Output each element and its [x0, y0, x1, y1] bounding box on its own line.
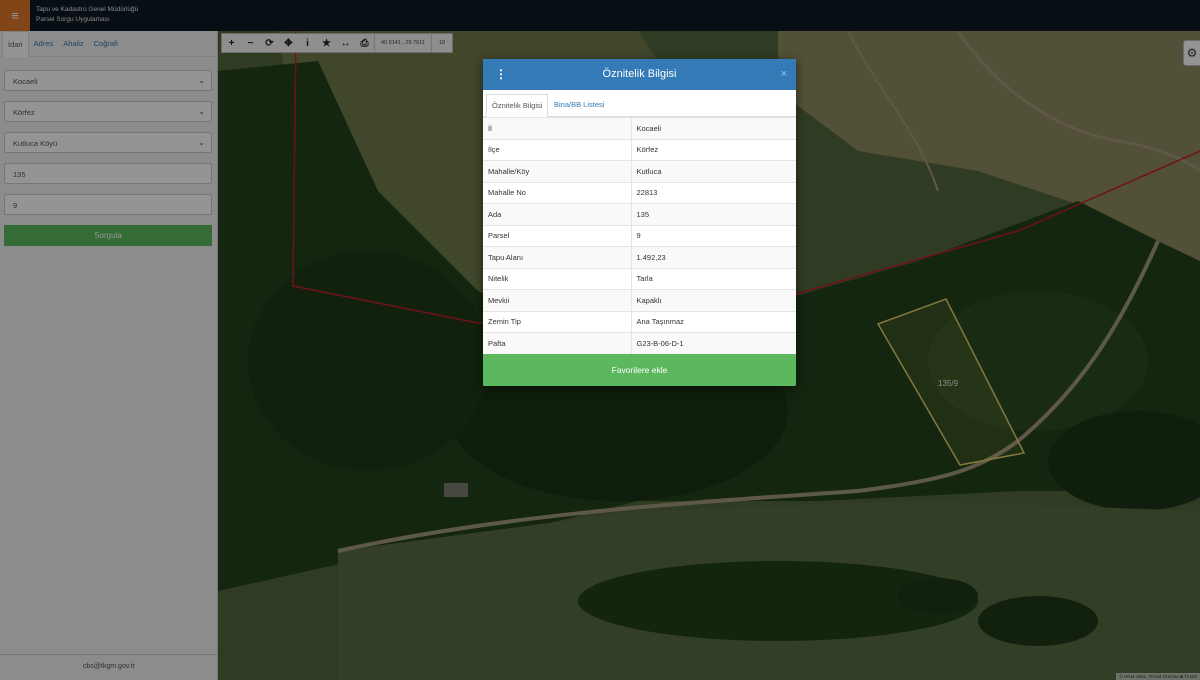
- table-row: Zemin Tip Ana Taşınmaz: [483, 310, 796, 333]
- attribute-value: Kutluca: [631, 160, 796, 182]
- modal-title: Öznitelik Bilgisi: [602, 68, 677, 80]
- attribute-table: İl Kocaeli İlçe Körfez Mahalle/Köy Kutluca Mah…: [483, 117, 796, 354]
- attribute-key: Zemin Tip: [483, 310, 632, 333]
- table-row: İl Kocaeli: [483, 117, 796, 139]
- attribute-key: Ada: [483, 203, 632, 225]
- table-row: Tapu Alanı 1.492,23: [483, 246, 796, 268]
- attribute-value: G23-B-06-D-1: [631, 332, 796, 354]
- attribute-value: Tarla: [631, 267, 796, 290]
- table-row: Nitelik Tarla: [483, 267, 796, 290]
- table-row: Mevkii Kapaklı: [483, 289, 796, 311]
- more-vertical-icon[interactable]: ⋮: [495, 68, 507, 80]
- attribute-key: Nitelik: [483, 267, 632, 290]
- table-row: Mahalle No 22813: [483, 181, 796, 204]
- modal-tabs: Öznitelik Bilgisi Bina/BB Listesi: [483, 90, 796, 117]
- attribute-value: 1.492,23: [631, 246, 796, 268]
- attribute-value: Körfez: [631, 138, 796, 161]
- table-row: Pafta G23-B-06-D-1: [483, 332, 796, 354]
- table-row: İlçe Körfez: [483, 138, 796, 161]
- attribute-key: Tapu Alanı: [483, 246, 632, 268]
- attribute-modal: Öznitelik Bilgisi ⋮ × Öznitelik Bilgisi …: [483, 59, 796, 386]
- attribute-value: Kapaklı: [631, 289, 796, 311]
- attribute-key: Pafta: [483, 332, 632, 354]
- attribute-key: Parsel: [483, 224, 632, 247]
- attribute-key: İl: [483, 117, 632, 139]
- table-row: Ada 135: [483, 203, 796, 225]
- tab-oznitelik[interactable]: Öznitelik Bilgisi: [486, 94, 549, 117]
- attribute-value: Kocaeli: [631, 117, 796, 139]
- table-row: Parsel 9: [483, 224, 796, 247]
- attribute-value: 9: [631, 224, 796, 247]
- close-icon[interactable]: ×: [781, 68, 787, 80]
- attribute-key: Mevkii: [483, 289, 632, 311]
- add-favorite-button[interactable]: Favorilere ekle: [483, 354, 796, 386]
- attribute-value: Ana Taşınmaz: [631, 310, 796, 333]
- attribute-key: Mahalle No: [483, 181, 632, 204]
- tab-bina-listesi[interactable]: Bina/BB Listesi: [549, 94, 609, 117]
- attribute-value: 135: [631, 203, 796, 225]
- attribute-key: İlçe: [483, 138, 632, 161]
- attribute-key: Mahalle/Köy: [483, 160, 632, 182]
- modal-header: Öznitelik Bilgisi ⋮ ×: [483, 59, 796, 90]
- table-row: Mahalle/Köy Kutluca: [483, 160, 796, 182]
- attribute-value: 22813: [631, 181, 796, 204]
